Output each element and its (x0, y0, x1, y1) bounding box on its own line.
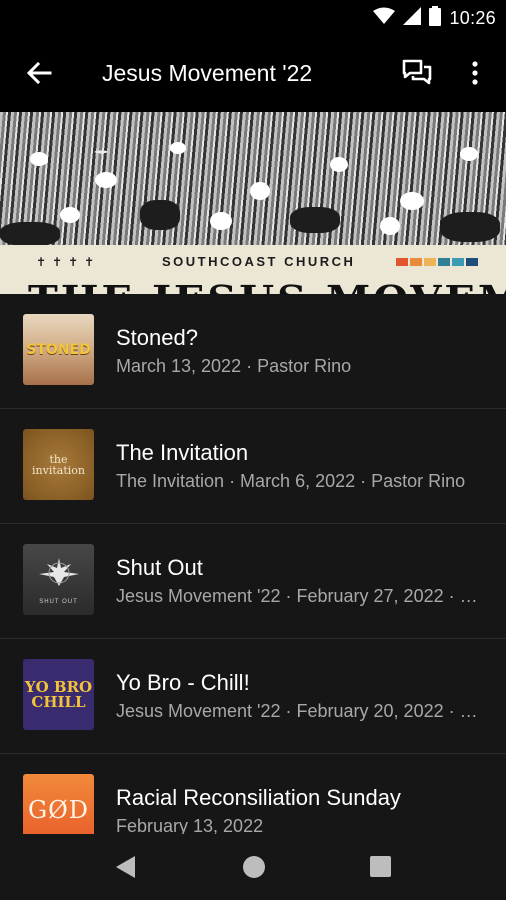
sermon-subtitle: Jesus Movement '22 · February 27, 2022 ·… (116, 586, 486, 606)
sermon-thumbnail: SHUT OUT (23, 544, 94, 615)
nav-recents-icon[interactable] (370, 856, 391, 877)
sermon-title: The Invitation (116, 440, 249, 465)
banner-crosses: ✝✝✝✝ (36, 255, 101, 269)
arrow-back-icon (26, 60, 52, 91)
chat-button[interactable] (398, 56, 436, 94)
sermon-title: Stoned? (116, 325, 198, 350)
back-button[interactable] (22, 58, 56, 92)
dove-icon (34, 554, 84, 595)
sermon-row[interactable]: STONED Stoned? March 13, 2022 · Pastor R… (0, 294, 506, 409)
banner-church-name: SOUTHCOAST CHURCH (162, 254, 356, 269)
sermon-thumbnail: the invitation (23, 429, 94, 500)
sermon-title: Racial Reconsiliation Sunday (116, 785, 401, 810)
app-bar: Jesus Movement '22 (0, 36, 506, 112)
swatch (466, 258, 478, 266)
sermon-subtitle: Jesus Movement '22 · February 20, 2022 ·… (116, 701, 486, 721)
series-banner: ✝✝✝✝ SOUTHCOAST CHURCH THE JESUS MOVEMEN… (0, 112, 506, 294)
system-nav-bar (0, 834, 506, 900)
banner-color-swatches (396, 258, 478, 266)
sermon-subtitle: The Invitation · March 6, 2022 · Pastor … (116, 471, 466, 491)
cell-signal-icon (403, 6, 422, 30)
status-bar: 10:26 (0, 0, 506, 36)
nav-back-icon[interactable] (116, 856, 136, 883)
battery-icon (429, 5, 442, 31)
sermon-thumbnail: GØD (23, 774, 94, 834)
page-title: Jesus Movement '22 (102, 60, 313, 86)
nav-home-icon[interactable] (243, 856, 265, 878)
crowd-photo (0, 112, 506, 245)
status-time: 10:26 (449, 7, 496, 28)
sermon-title: Shut Out (116, 555, 203, 580)
sermon-thumbnail: STONED (23, 314, 94, 385)
sermon-row[interactable]: the invitation The Invitation The Invita… (0, 409, 506, 524)
status-icons: 10:26 (373, 0, 496, 36)
sermon-title: Yo Bro - Chill! (116, 670, 250, 695)
banner-series-title: THE JESUS MOVEMENT (28, 278, 506, 294)
wifi-icon (373, 7, 396, 30)
swatch (424, 258, 436, 266)
chat-bubbles-icon (401, 58, 433, 93)
sermon-thumbnail: YO BRO CHILL (23, 659, 94, 730)
sermon-row[interactable]: YO BRO CHILL Yo Bro - Chill! Jesus Movem… (0, 639, 506, 754)
swatch (396, 258, 408, 266)
sermon-list: STONED Stoned? March 13, 2022 · Pastor R… (0, 294, 506, 834)
sermon-row[interactable]: GØD Racial Reconsiliation Sunday Februar… (0, 754, 506, 834)
sermon-subtitle: February 13, 2022 (116, 816, 264, 834)
more-vertical-icon (472, 60, 478, 90)
swatch (452, 258, 464, 266)
swatch (438, 258, 450, 266)
sermon-row[interactable]: SHUT OUT Shut Out Jesus Movement '22 · F… (0, 524, 506, 639)
swatch (410, 258, 422, 266)
sermon-subtitle: March 13, 2022 · Pastor Rino (116, 356, 352, 376)
more-options-button[interactable] (460, 56, 490, 94)
